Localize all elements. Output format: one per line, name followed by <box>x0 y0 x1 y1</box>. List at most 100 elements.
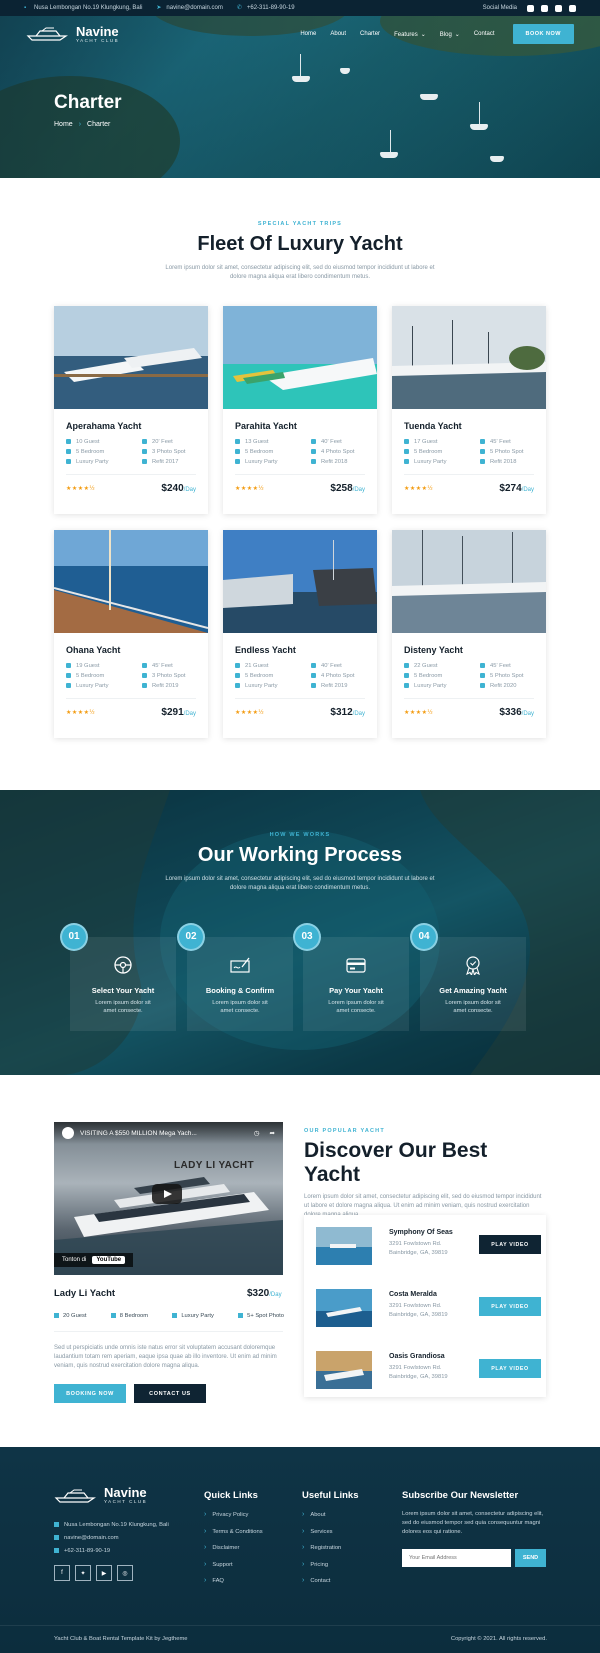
nav-item-contact[interactable]: Contact <box>474 31 495 37</box>
divider <box>66 698 196 700</box>
footer-link[interactable]: FAQ <box>204 1577 263 1584</box>
share-icon[interactable]: ➦ <box>270 1129 275 1137</box>
spec-bedroom: 5 Bedroom <box>235 673 311 679</box>
spec-photo: 3 Photo Spot <box>142 449 212 455</box>
clock-icon[interactable]: ◷ <box>254 1129 260 1137</box>
discover-eyebrow: OUR POPULAR YACHT <box>304 1128 385 1134</box>
footer-link[interactable]: Terms & Conditions <box>204 1528 262 1535</box>
youtube-icon[interactable]: ▶ <box>96 1565 112 1581</box>
yacht-image[interactable] <box>392 530 546 633</box>
yacht-card[interactable]: Tuenda Yacht 17 Guest 45' Feet 5 Bedroom 5 P… <box>392 306 546 514</box>
footer-copyright: Copyright © 2021. All rights reserved. <box>450 1636 547 1642</box>
play-video-button[interactable]: PLAY VIDEO <box>479 1359 541 1378</box>
play-video-button[interactable]: PLAY VIDEO <box>479 1297 541 1316</box>
price-period: /Day <box>183 711 196 718</box>
yacht-image[interactable] <box>223 306 377 409</box>
facebook-icon[interactable] <box>527 4 534 12</box>
footer-email[interactable]: navine@domain.com <box>54 1532 169 1545</box>
top-bar: ▪ Nusa Lembongan No.19 Klungkung, Bali ➤ n… <box>0 0 600 16</box>
yacht-name[interactable]: Aperahama Yacht <box>66 421 196 431</box>
topbar-phone[interactable]: ✆ +62-311-89-90-19 <box>237 5 295 11</box>
yacht-logo-icon <box>26 27 68 41</box>
yacht-image[interactable] <box>223 530 377 633</box>
nav-item-home[interactable]: Home <box>300 31 316 37</box>
fleet-title: Fleet Of Luxury Yacht <box>197 233 403 255</box>
footer-logo[interactable]: Navine YACHT CLUB <box>54 1485 147 1504</box>
footer-link[interactable]: Privacy Policy <box>204 1511 263 1518</box>
footer-link[interactable]: Support <box>204 1561 263 1568</box>
yacht-name[interactable]: Endless Yacht <box>235 645 365 655</box>
quick-links: Quick Links Privacy Policy Terms & Condi… <box>204 1490 263 1594</box>
video-title[interactable]: VISITING A $550 MILLION Mega Yach... <box>80 1130 197 1137</box>
rating-stars: ★★★★½ <box>66 710 96 717</box>
email-field[interactable] <box>402 1549 511 1567</box>
youtube-video-player[interactable]: VISITING A $550 MILLION Mega Yach... ◷ ➦… <box>54 1122 283 1275</box>
footer-email-text[interactable]: navine@domain.com <box>64 1535 119 1541</box>
booking-now-button[interactable]: BOOKING NOW <box>54 1384 126 1403</box>
yacht-thumbnail[interactable] <box>316 1351 372 1389</box>
twitter-icon[interactable] <box>541 4 548 12</box>
facebook-icon[interactable]: f <box>54 1565 70 1581</box>
yacht-name[interactable]: Disteny Yacht <box>404 645 534 655</box>
spec-photo: 4 Photo Spot <box>311 673 381 679</box>
footer-phone[interactable]: +62-311-89-90-19 <box>54 1545 169 1558</box>
yacht-name[interactable]: Parahita Yacht <box>235 421 365 431</box>
topbar-email[interactable]: ➤ navine@domain.com <box>156 5 222 11</box>
footer-link[interactable]: Services <box>302 1528 359 1535</box>
yacht-thumbnail[interactable] <box>316 1289 372 1327</box>
spec-party: Luxury Party <box>66 459 142 465</box>
instagram-icon[interactable]: ◎ <box>117 1565 133 1581</box>
breadcrumb-home[interactable]: Home <box>54 121 73 128</box>
footer-link[interactable]: Contact <box>302 1577 359 1584</box>
yacht-card[interactable]: Aperahama Yacht 10 Guest 20' Feet 5 Bedroom… <box>54 306 208 514</box>
footer-logo-name: Navine <box>104 1485 147 1500</box>
yacht-card[interactable]: Ohana Yacht 19 Guest 45' Feet 5 Bedroom 3 Ph… <box>54 530 208 738</box>
nav-item-blog-label: Blog <box>439 31 452 38</box>
nav-item-about[interactable]: About <box>330 31 346 37</box>
camera-icon <box>480 673 485 679</box>
bed-icon <box>66 449 71 455</box>
price-period: /Day <box>521 711 534 718</box>
yacht-name[interactable]: Tuenda Yacht <box>404 421 534 431</box>
contact-us-button[interactable]: CONTACT US <box>134 1384 206 1403</box>
yacht-card[interactable]: Parahita Yacht 13 Guest 40' Feet 5 Bedroom 4… <box>223 306 377 514</box>
rating-stars: ★★★★½ <box>404 710 434 717</box>
nav-item-blog[interactable]: Blog ⌄ <box>440 31 460 38</box>
spec-bedroom-label: 5 Bedroom <box>245 449 274 456</box>
book-now-button[interactable]: BOOK NOW <box>512 24 574 44</box>
footer-link[interactable]: Pricing <box>302 1561 359 1568</box>
list-item: Oasis Grandiosa 3291 Fowlstown Rd. Bainbr… <box>312 1349 541 1389</box>
spec-bedroom-label: 5 Bedroom <box>414 449 443 456</box>
nav-item-features[interactable]: Features ⌄ <box>394 31 426 38</box>
play-video-button[interactable]: PLAY VIDEO <box>479 1235 541 1254</box>
instagram-icon[interactable] <box>569 4 576 12</box>
yacht-image[interactable] <box>54 530 208 633</box>
yacht-thumbnail[interactable] <box>316 1227 372 1265</box>
footer-link[interactable]: Registration <box>302 1544 359 1551</box>
yacht-image[interactable] <box>392 306 546 409</box>
yacht-card[interactable]: Endless Yacht 21 Guest 40' Feet 5 Bedroom 4 … <box>223 530 377 738</box>
footer-phone-text[interactable]: +62-311-89-90-19 <box>64 1548 110 1554</box>
process-header: HOW WE WORKS Our Working Process Lorem i… <box>0 832 600 893</box>
site-logo[interactable]: Navine YACHT CLUB <box>26 25 119 43</box>
footer-link[interactable]: Disclaimer <box>204 1544 263 1551</box>
spec-photo: 5 Photo Spot <box>480 449 550 455</box>
bed-icon <box>235 673 240 679</box>
yacht-card[interactable]: Disteny Yacht 22 Guest 45' Feet 5 Bedroom 5 … <box>392 530 546 738</box>
yacht-price: $258/Day <box>330 483 365 494</box>
yacht-image[interactable] <box>54 306 208 409</box>
watch-on-youtube[interactable]: Tonton di YouTube <box>54 1253 134 1267</box>
send-button[interactable]: SEND <box>515 1549 546 1567</box>
channel-avatar[interactable] <box>62 1127 74 1139</box>
twitter-icon[interactable]: ✦ <box>75 1565 91 1581</box>
spec-guest: 21 Guest <box>235 663 311 669</box>
play-button[interactable] <box>152 1184 182 1204</box>
footer-link[interactable]: About <box>302 1511 359 1518</box>
nav-item-charter[interactable]: Charter <box>360 31 380 37</box>
step-description-line: Lorem ipsum dolor sit <box>328 1000 384 1006</box>
price-value: $312 <box>330 707 353 719</box>
boat-shape <box>292 76 310 82</box>
youtube-icon[interactable] <box>555 4 562 12</box>
step-description-line: amet consecte. <box>220 1008 260 1014</box>
yacht-name[interactable]: Ohana Yacht <box>66 645 196 655</box>
